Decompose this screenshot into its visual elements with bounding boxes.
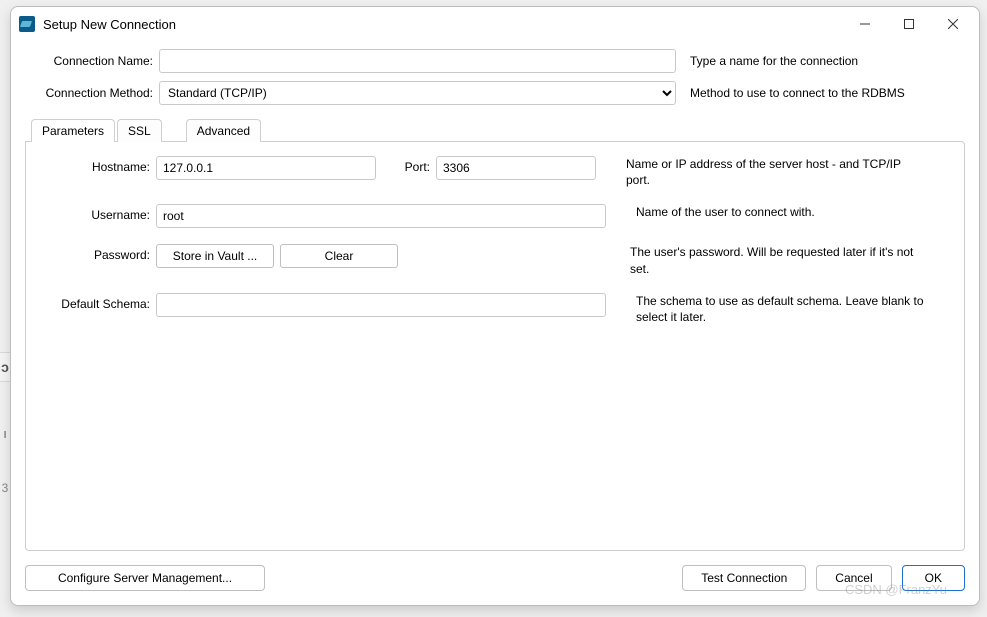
clear-password-button[interactable]: Clear <box>280 244 398 268</box>
connection-name-input[interactable] <box>159 49 676 73</box>
tab-parameters[interactable]: Parameters <box>31 119 115 142</box>
close-button[interactable] <box>931 9 975 39</box>
hostname-help: Name or IP address of the server host - … <box>626 156 916 188</box>
ok-button[interactable]: OK <box>902 565 965 591</box>
connection-name-label: Connection Name: <box>25 54 159 68</box>
configure-server-management-button[interactable]: Configure Server Management... <box>25 565 265 591</box>
tabstrip: Parameters SSL Advanced <box>25 117 965 141</box>
connection-method-help: Method to use to connect to the RDBMS <box>690 86 965 100</box>
default-schema-help: The schema to use as default schema. Lea… <box>636 293 926 325</box>
username-label: Username: <box>36 204 156 222</box>
window-title: Setup New Connection <box>43 17 176 32</box>
minimize-button[interactable] <box>843 9 887 39</box>
connection-name-help: Type a name for the connection <box>690 54 965 68</box>
password-label: Password: <box>36 244 156 262</box>
tab-ssl[interactable]: SSL <box>117 119 162 142</box>
username-help: Name of the user to connect with. <box>636 204 926 220</box>
port-label: Port: <box>376 156 436 174</box>
dialog-footer: Configure Server Management... Test Conn… <box>11 555 979 605</box>
cancel-button[interactable]: Cancel <box>816 565 891 591</box>
maximize-button[interactable] <box>887 9 931 39</box>
default-schema-input[interactable] <box>156 293 606 317</box>
connection-method-select[interactable]: Standard (TCP/IP) <box>159 81 676 105</box>
tab-advanced[interactable]: Advanced <box>186 119 261 142</box>
password-help: The user's password. Will be requested l… <box>630 244 920 276</box>
titlebar: Setup New Connection <box>11 7 979 41</box>
username-input[interactable] <box>156 204 606 228</box>
background-fragment: 3 <box>0 478 10 498</box>
hostname-label: Hostname: <box>36 156 156 174</box>
tab-panel-parameters: Hostname: Port: Name or IP address of th… <box>25 141 965 551</box>
test-connection-button[interactable]: Test Connection <box>682 565 806 591</box>
store-in-vault-button[interactable]: Store in Vault ... <box>156 244 274 268</box>
background-fragment: ı <box>0 418 10 448</box>
app-icon <box>19 16 35 32</box>
setup-connection-dialog: Setup New Connection Connection Name: Ty… <box>10 6 980 606</box>
hostname-input[interactable] <box>156 156 376 180</box>
default-schema-label: Default Schema: <box>36 293 156 311</box>
background-fragment: ɔ <box>0 352 10 382</box>
connection-method-label: Connection Method: <box>25 86 159 100</box>
port-input[interactable] <box>436 156 596 180</box>
